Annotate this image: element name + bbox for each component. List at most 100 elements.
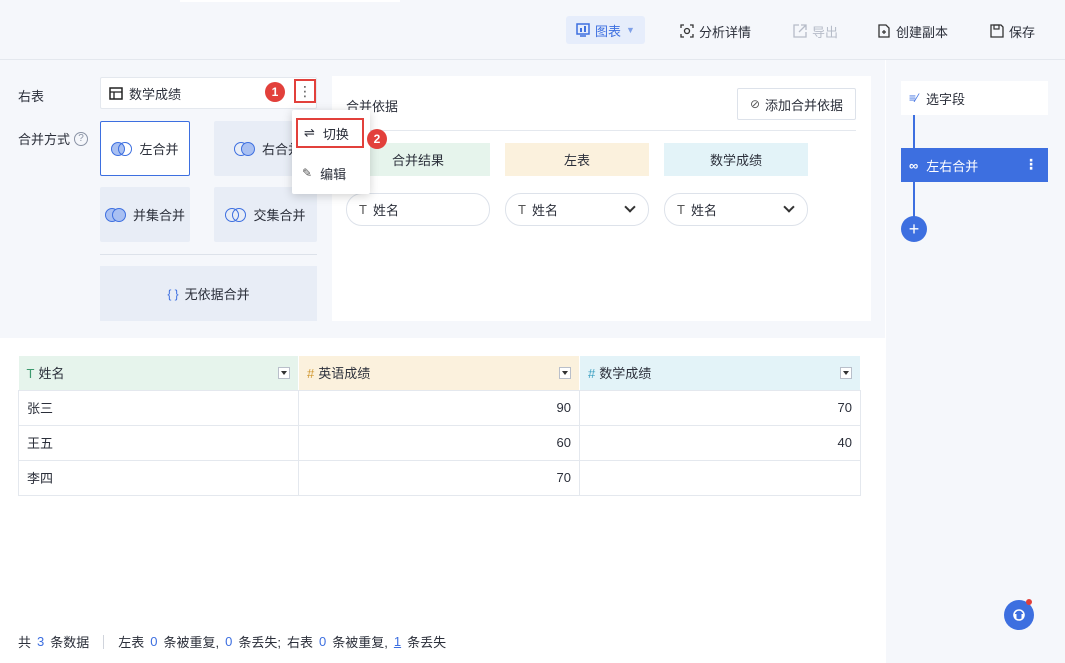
left-field-select[interactable]: T 姓名 <box>505 193 649 226</box>
top-tab-strip <box>180 0 400 2</box>
column-header-name[interactable]: T 姓名 <box>18 356 299 391</box>
left-duplicate-count: 0 <box>150 634 158 649</box>
flow-step-left-right-merge[interactable]: ∞ 左右合并 ⋮ <box>901 148 1048 182</box>
summary-footer: 共 3 条数据 左表 0 条被重复, 0 条丢失; 右表 0 条被重复, 1 条… <box>18 632 446 651</box>
summary-text: 条被重复, <box>163 635 220 650</box>
basis-divider <box>346 130 856 131</box>
text-type-icon: T <box>26 366 35 382</box>
left-field-value: 姓名 <box>531 203 558 218</box>
text-type-icon: T <box>518 202 526 217</box>
analysis-details-button[interactable]: 分析详情 <box>680 20 751 42</box>
add-merge-basis-label: 添加合并依据 <box>765 97 844 113</box>
table-row: 王五 60 40 <box>18 424 861 461</box>
table-cell: 张三 <box>18 389 299 426</box>
result-table: T 姓名 # 英语成绩 # 数学成绩 张三 90 70 王五 60 40 李四 7 <box>18 356 861 496</box>
column-header-math[interactable]: # 数学成绩 <box>579 356 861 391</box>
chart-label: 图表 <box>595 23 622 39</box>
save-label: 保存 <box>1009 24 1036 40</box>
no-basis-icon: { } <box>167 286 179 301</box>
column-header-english[interactable]: # 英语成绩 <box>298 356 580 391</box>
table-cell: 40 <box>579 424 861 461</box>
kebab-icon[interactable]: ⋮ <box>1024 156 1038 173</box>
notification-dot <box>1026 599 1032 605</box>
table-cell: 60 <box>298 424 580 461</box>
table-cell: 李四 <box>18 459 299 496</box>
number-type-icon: # <box>307 366 315 382</box>
table-cell: 王五 <box>18 424 299 461</box>
header-right-table: 数学成绩 <box>664 143 808 176</box>
column-header-label: 数学成绩 <box>599 366 652 382</box>
chart-icon <box>576 23 590 37</box>
merge-type-left[interactable]: 左合并 <box>100 121 190 176</box>
callout-badge-2: 2 <box>367 129 387 149</box>
left-lost-count: 0 <box>225 634 233 649</box>
menu-item-switch[interactable]: ⇌ 切换 <box>296 118 364 148</box>
table-cell <box>579 459 861 496</box>
column-header-label: 姓名 <box>38 366 65 382</box>
pencil-icon: ✎ <box>302 166 313 180</box>
merge-type-intersect-label: 交集合并 <box>253 208 306 223</box>
right-join-icon <box>234 141 256 157</box>
right-lost-count-link[interactable]: 1 <box>394 634 401 649</box>
kebab-icon: ⋮ <box>298 82 312 99</box>
table-cell: 70 <box>298 459 580 496</box>
chevron-down-icon <box>783 201 795 213</box>
left-join-icon <box>111 141 133 157</box>
column-dropdown-icon[interactable] <box>559 367 571 379</box>
right-table-value: 数学成绩 <box>129 86 182 102</box>
right-field-value: 姓名 <box>690 203 717 218</box>
analysis-details-label: 分析详情 <box>699 24 752 40</box>
more-options-button[interactable]: ⋮ <box>294 79 316 103</box>
text-type-icon: T <box>677 202 685 217</box>
table-header-row: T 姓名 # 英语成绩 # 数学成绩 <box>18 356 861 391</box>
export-button[interactable]: 导出 <box>793 20 838 42</box>
export-label: 导出 <box>812 24 839 40</box>
no-basis-merge-button[interactable]: { } 无依据合并 <box>100 266 317 321</box>
result-field-value: 姓名 <box>372 203 399 218</box>
save-icon <box>990 24 1004 38</box>
footer-separator <box>103 634 105 649</box>
merge-type-left-label: 左合并 <box>139 142 179 157</box>
duplicate-button[interactable]: 创建副本 <box>877 20 948 42</box>
add-step-button[interactable]: + <box>901 216 927 242</box>
help-icon[interactable]: ? <box>74 131 89 146</box>
scan-icon <box>680 24 694 38</box>
result-field-input[interactable]: T 姓名 <box>346 193 490 226</box>
table-row: 李四 70 <box>18 459 861 496</box>
menu-item-switch-label: 切换 <box>322 126 349 142</box>
filter-fields-icon: ≡⁄ <box>909 91 919 105</box>
number-type-icon: # <box>588 366 596 382</box>
right-table-label: 右表 <box>18 89 45 104</box>
merge-type-intersect[interactable]: 交集合并 <box>214 187 317 242</box>
right-duplicate-count: 0 <box>319 634 327 649</box>
swap-icon: ⇌ <box>304 125 315 140</box>
union-join-icon <box>104 207 127 223</box>
copy-file-icon <box>878 24 890 38</box>
dataset-icon <box>109 87 123 100</box>
column-header-label: 英语成绩 <box>318 366 371 382</box>
chart-button[interactable]: 图表 ▼ <box>566 16 645 44</box>
left-table-label: 左表 <box>118 635 145 650</box>
flow-step-merge-label: 左右合并 <box>926 158 979 174</box>
save-button[interactable]: 保存 <box>990 20 1035 42</box>
right-field-select[interactable]: T 姓名 <box>664 193 808 226</box>
merge-mode-row: 合并方式 ? <box>18 129 89 148</box>
column-dropdown-icon[interactable] <box>840 367 852 379</box>
header-left-table: 左表 <box>505 143 649 176</box>
merge-type-union[interactable]: 并集合并 <box>100 187 190 242</box>
add-merge-basis-button[interactable]: ⊘ 添加合并依据 <box>737 88 856 120</box>
flow-step-select-fields[interactable]: ≡⁄ 选字段 <box>901 81 1048 115</box>
summary-text: 条数据 <box>50 635 90 650</box>
right-table-label: 右表 <box>287 635 314 650</box>
text-type-icon: T <box>359 202 367 217</box>
menu-item-edit[interactable]: ✎ 编辑 <box>296 158 364 188</box>
summary-text: 条丢失; <box>238 635 281 650</box>
table-row: 张三 90 70 <box>18 389 861 426</box>
caret-down-icon: ▼ <box>626 25 635 35</box>
more-options-menu: ⇌ 切换 ✎ 编辑 <box>292 110 370 194</box>
link-icon: ⊘ <box>749 97 761 111</box>
intersect-join-icon <box>225 207 247 223</box>
column-dropdown-icon[interactable] <box>278 367 290 379</box>
merge-rings-icon: ∞ <box>909 157 919 173</box>
merge-mode-label: 合并方式 <box>18 132 71 147</box>
